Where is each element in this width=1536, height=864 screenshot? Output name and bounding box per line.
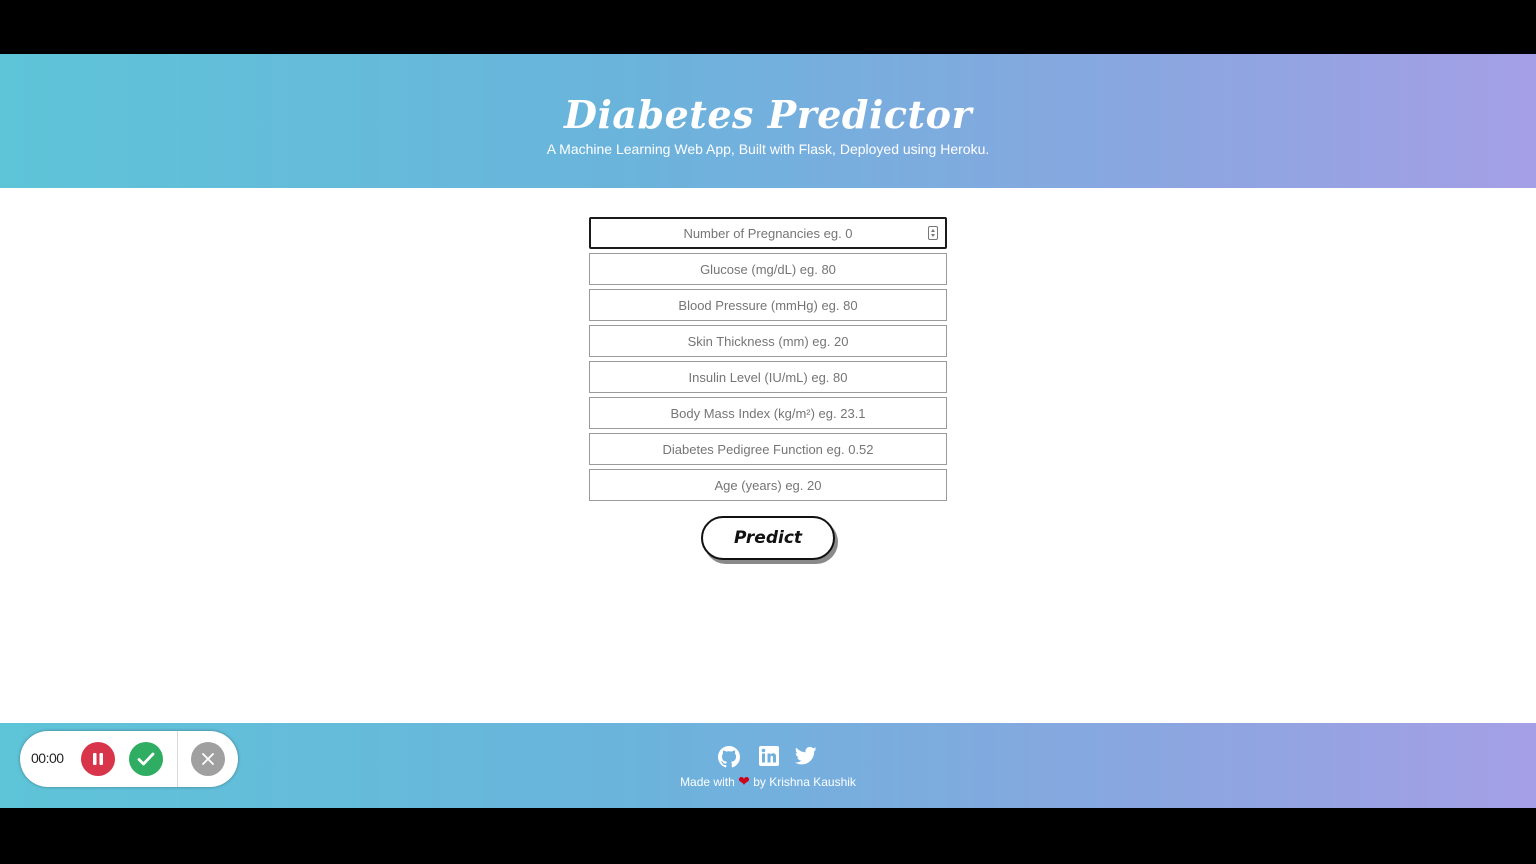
page-title: Diabetes Predictor xyxy=(564,92,972,137)
check-icon[interactable] xyxy=(129,742,163,776)
recording-timer: 00:00 xyxy=(31,750,64,766)
bmi-input[interactable] xyxy=(589,397,947,429)
page-subtitle: A Machine Learning Web App, Built with F… xyxy=(546,141,990,157)
twitter-icon[interactable] xyxy=(794,746,817,768)
github-icon[interactable] xyxy=(718,746,740,768)
close-icon[interactable] xyxy=(191,742,225,776)
blood-pressure-input[interactable] xyxy=(589,289,947,321)
divider xyxy=(177,731,178,787)
made-with-author: by Krishna Kaushik xyxy=(753,775,856,789)
glucose-input[interactable] xyxy=(589,253,947,285)
page: Diabetes Predictor A Machine Learning We… xyxy=(0,54,1536,808)
header-banner: Diabetes Predictor A Machine Learning We… xyxy=(0,54,1536,188)
linkedin-icon[interactable] xyxy=(758,746,780,768)
pedigree-input[interactable] xyxy=(589,433,947,465)
number-spinner-icon[interactable] xyxy=(928,226,938,240)
prediction-form xyxy=(589,217,947,505)
heart-icon: ❤ xyxy=(738,773,750,789)
insulin-input[interactable] xyxy=(589,361,947,393)
screen-recorder-widget: 00:00 xyxy=(20,731,238,787)
made-with-prefix: Made with xyxy=(680,775,735,789)
social-links xyxy=(718,746,828,768)
age-input[interactable] xyxy=(589,469,947,501)
skin-thickness-input[interactable] xyxy=(589,325,947,357)
pause-icon[interactable] xyxy=(81,742,115,776)
pregnancies-field-wrap xyxy=(589,217,947,249)
pregnancies-input[interactable] xyxy=(589,217,947,249)
predict-button[interactable]: Predict xyxy=(701,516,835,560)
